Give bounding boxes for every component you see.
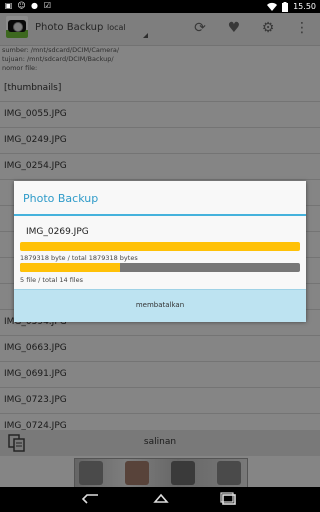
files-progress-text: 5 file / total 14 files (20, 276, 83, 284)
dialog-title: Photo Backup (23, 192, 99, 205)
recents-icon[interactable] (218, 492, 240, 506)
dialog-divider (14, 214, 306, 216)
battery-icon (282, 1, 289, 12)
total-progress-fill (20, 263, 120, 272)
home-icon[interactable] (150, 492, 172, 506)
wifi-icon (267, 2, 278, 11)
image-icon: ▣ (4, 1, 13, 10)
current-file-name: IMG_0269.JPG (26, 227, 89, 237)
checkbox-icon: ☑ (43, 1, 52, 10)
file-progress-bar (20, 242, 300, 251)
cancel-label: membatalkan (135, 301, 185, 309)
android-icon: ● (31, 1, 38, 10)
status-bar: ▣ ☺ ● ☑ 15.50 (0, 0, 320, 13)
progress-dialog: Photo Backup IMG_0269.JPG 1879318 byte /… (14, 181, 306, 322)
navigation-bar (0, 487, 320, 512)
smile-icon: ☺ (17, 1, 26, 10)
back-icon[interactable] (80, 492, 102, 506)
total-progress-bar (20, 263, 300, 272)
status-time: 15.50 (293, 2, 316, 11)
bytes-progress-text: 1879318 byte / total 1879318 bytes (20, 254, 138, 262)
cancel-button[interactable]: membatalkan (14, 289, 306, 322)
